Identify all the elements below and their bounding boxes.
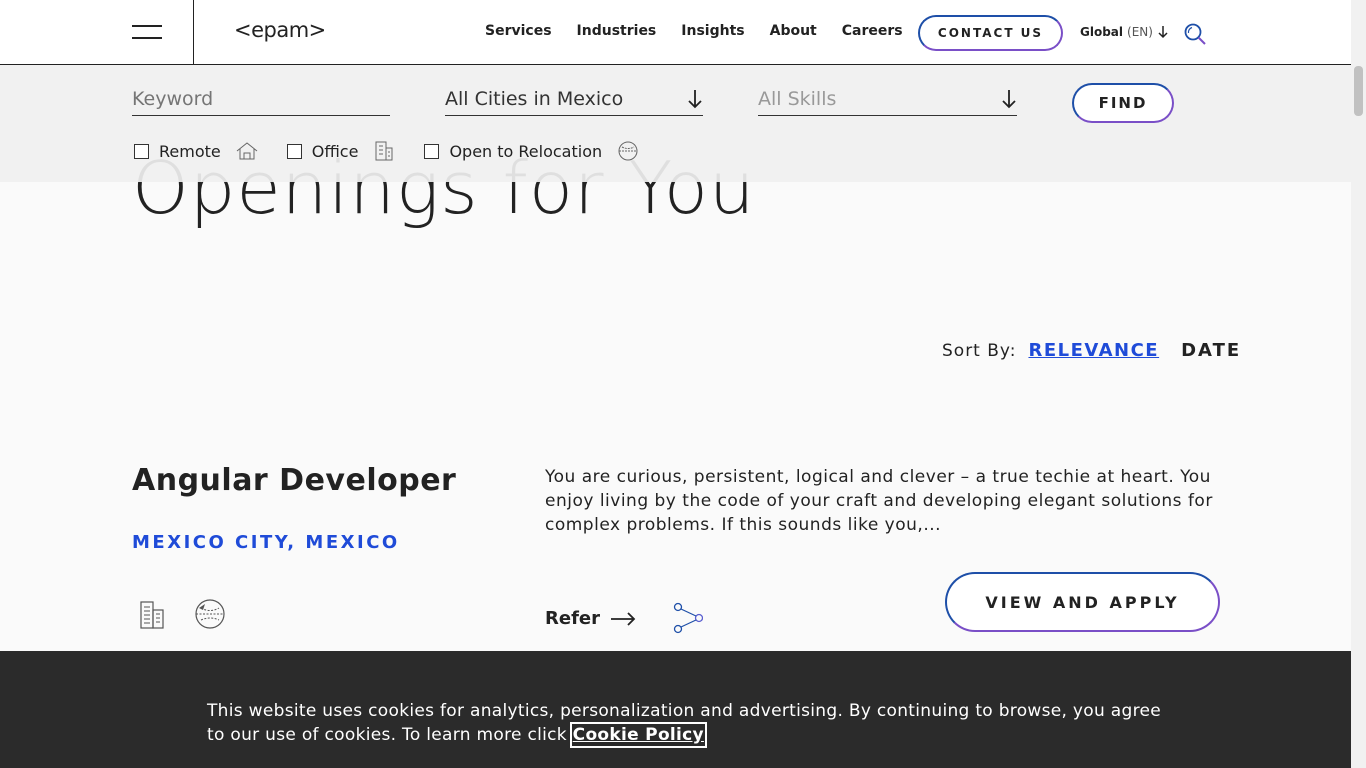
search-icon[interactable] bbox=[1183, 22, 1207, 46]
view-and-apply-button[interactable]: VIEW AND APPLY bbox=[945, 572, 1220, 632]
checkbox-box[interactable] bbox=[424, 143, 440, 159]
skills-select-value: All Skills bbox=[758, 88, 837, 110]
keyword-input[interactable] bbox=[132, 88, 390, 110]
header-divider bbox=[193, 0, 194, 65]
arrow-down-icon bbox=[1158, 26, 1168, 39]
job-description: You are curious, persistent, logical and… bbox=[545, 467, 1213, 535]
remote-label: Remote bbox=[159, 141, 221, 161]
arrow-down-icon bbox=[1002, 90, 1016, 109]
share-icon[interactable] bbox=[673, 602, 703, 634]
menu-icon[interactable] bbox=[132, 25, 162, 39]
nav-services[interactable]: Services bbox=[485, 23, 552, 39]
nav-industries[interactable]: Industries bbox=[577, 23, 657, 39]
city-select-value: All Cities in Mexico bbox=[445, 88, 624, 110]
city-select[interactable]: All Cities in Mexico bbox=[445, 83, 703, 116]
job-location: MEXICO CITY, MEXICO bbox=[132, 532, 400, 553]
main-nav: Services Industries Insights About Caree… bbox=[485, 23, 928, 39]
skills-select[interactable]: All Skills bbox=[758, 83, 1017, 116]
sort-date-link[interactable]: DATE bbox=[1181, 340, 1241, 361]
epam-logo[interactable]: <epam> bbox=[234, 18, 326, 42]
site-header: <epam> Services Industries Insights Abou… bbox=[0, 0, 1351, 65]
work-type-checkboxes: Remote Office Open to Relocation bbox=[134, 139, 668, 163]
office-building-icon bbox=[375, 141, 393, 161]
cookie-policy-link[interactable]: Cookie Policy bbox=[569, 722, 707, 748]
refer-label: Refer bbox=[545, 608, 600, 629]
office-checkbox[interactable]: Office bbox=[286, 139, 397, 163]
arrow-right-icon bbox=[610, 611, 636, 626]
office-building-icon bbox=[140, 601, 164, 629]
sort-controls: Sort By: RELEVANCE DATE bbox=[942, 340, 1241, 361]
sort-relevance-link[interactable]: RELEVANCE bbox=[1028, 340, 1159, 361]
nav-about[interactable]: About bbox=[770, 23, 817, 39]
relocation-label: Open to Relocation bbox=[449, 141, 603, 161]
lang-code: (EN) bbox=[1127, 25, 1153, 39]
relocation-globe-icon bbox=[618, 141, 638, 161]
sort-label: Sort By: bbox=[942, 340, 1017, 361]
job-title[interactable]: Angular Developer bbox=[132, 463, 456, 498]
page-scrollbar[interactable] bbox=[1351, 0, 1366, 768]
checkbox-box[interactable] bbox=[286, 143, 302, 159]
office-label: Office bbox=[311, 141, 359, 161]
lang-region: Global bbox=[1080, 25, 1124, 39]
relocation-globe-icon bbox=[195, 599, 225, 629]
checkbox-box[interactable] bbox=[134, 143, 149, 159]
job-work-type-icons bbox=[137, 598, 227, 630]
nav-insights[interactable]: Insights bbox=[681, 23, 744, 39]
relocation-checkbox[interactable]: Open to Relocation bbox=[424, 139, 640, 163]
arrow-down-icon bbox=[688, 90, 702, 109]
keyword-field[interactable] bbox=[132, 83, 390, 116]
contact-us-button[interactable]: CONTACT US bbox=[918, 15, 1063, 51]
language-selector[interactable]: Global (EN) bbox=[1080, 25, 1169, 39]
cookie-text: This website uses cookies for analytics,… bbox=[207, 699, 1167, 748]
cookie-banner: This website uses cookies for analytics,… bbox=[0, 651, 1351, 768]
nav-careers[interactable]: Careers bbox=[842, 23, 903, 39]
scrollbar-thumb[interactable] bbox=[1354, 66, 1363, 116]
find-button[interactable]: FIND bbox=[1072, 83, 1174, 123]
refer-link[interactable]: Refer bbox=[545, 608, 636, 629]
remote-checkbox[interactable]: Remote bbox=[134, 139, 259, 163]
home-icon bbox=[236, 142, 258, 160]
job-filter-bar: All Cities in Mexico All Skills FIND Rem… bbox=[0, 65, 1351, 182]
